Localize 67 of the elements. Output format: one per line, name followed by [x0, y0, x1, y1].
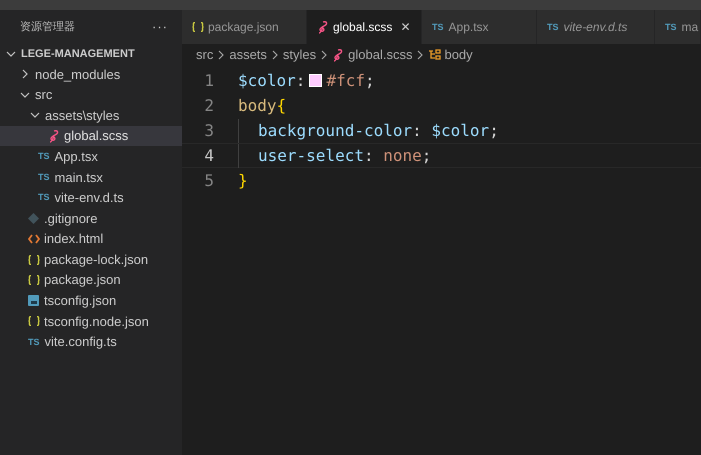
breadcrumb-item[interactable]: body [428, 45, 473, 65]
project-root[interactable]: LEGE-MANAGEMENT [0, 44, 182, 64]
code-line: body{ [238, 94, 286, 116]
file-item[interactable]: package.json [0, 270, 182, 291]
line-number: 4 [203, 144, 215, 166]
tab-label: ma [682, 19, 698, 36]
tab-label: vite-env.d.ts [564, 19, 628, 36]
code-line: $color: #fcf; [238, 70, 375, 92]
sass-file-icon [332, 48, 344, 62]
file-item[interactable]: index.html [0, 228, 182, 250]
chevron-right-icon [20, 69, 30, 80]
sass-file-icon [317, 20, 329, 34]
typescript-file-icon: TS [432, 22, 444, 32]
tab-label: package.json [208, 19, 279, 36]
code-line: } [238, 170, 248, 192]
line-number: 2 [203, 94, 215, 116]
file-item[interactable]: global.scss [0, 126, 182, 146]
editor-tab[interactable]: global.scss ✕ [307, 10, 422, 44]
file-item[interactable]: tsconfig.json [0, 290, 182, 312]
file-item[interactable]: TS vite-env.d.ts [0, 188, 182, 208]
breadcrumb-item[interactable]: styles [282, 45, 316, 65]
code-line: user-select: none; [238, 144, 432, 168]
explorer-title: 资源管理器 [20, 20, 75, 35]
editor-tab[interactable]: TS vite-env.d.ts [537, 10, 655, 44]
file-item[interactable]: .gitignore [0, 208, 182, 229]
breadcrumb-item[interactable]: assets [229, 45, 267, 65]
file-item[interactable]: package-lock.json [0, 249, 182, 270]
line-number: 5 [203, 170, 215, 192]
chevron-right-icon [217, 50, 226, 60]
file-item[interactable]: tsconfig.node.json [0, 311, 182, 332]
typescript-file-icon: TS [547, 22, 559, 32]
chevron-right-icon [270, 50, 279, 60]
code-brackets-icon [28, 234, 40, 244]
typescript-config-icon [28, 295, 39, 306]
typescript-file-icon: TS [665, 22, 677, 32]
editor-tab[interactable]: package.json [182, 10, 307, 44]
folder-item[interactable]: src [0, 84, 182, 106]
editor-tab[interactable]: TS ma [655, 10, 701, 44]
line-number: 1 [203, 70, 215, 92]
diamond-icon [28, 212, 39, 224]
breadcrumb-item[interactable]: src [196, 45, 214, 65]
code-editor[interactable]: 1 $color: #fcf; 2 body{ 3 background-color: $color; 4 user-select: none; 5 } [182, 66, 701, 455]
chevron-down-icon [20, 90, 30, 100]
breadcrumb-item[interactable]: global.scss [332, 45, 412, 65]
line-number: 3 [203, 120, 215, 142]
structure-icon [428, 49, 442, 61]
file-item[interactable]: TS vite.config.ts [0, 332, 182, 352]
folder-item[interactable]: node_modules [0, 64, 182, 85]
chevron-down-icon [30, 110, 40, 120]
file-item[interactable]: TS main.tsx [0, 166, 182, 188]
tab-label: global.scss [333, 19, 392, 36]
editor-tab[interactable]: TS App.tsx [422, 10, 537, 44]
typescript-file-icon: TS [38, 193, 50, 202]
file-item[interactable]: TS App.tsx [0, 146, 182, 167]
chevron-down-icon [6, 49, 16, 59]
chevron-right-icon [320, 50, 328, 60]
sass-file-icon [48, 130, 60, 143]
typescript-file-icon: TS [38, 172, 50, 182]
color-swatch[interactable] [309, 74, 322, 87]
folder-item[interactable]: assets\styles [0, 105, 182, 126]
tab-label: App.tsx [448, 19, 489, 36]
chevron-right-icon [416, 50, 424, 60]
close-tab-button[interactable]: ✕ [400, 18, 410, 36]
more-actions-button[interactable]: ··· [152, 17, 168, 37]
typescript-file-icon: TS [28, 338, 40, 347]
typescript-file-icon: TS [38, 152, 50, 162]
code-line: background-color: $color; [238, 118, 499, 142]
